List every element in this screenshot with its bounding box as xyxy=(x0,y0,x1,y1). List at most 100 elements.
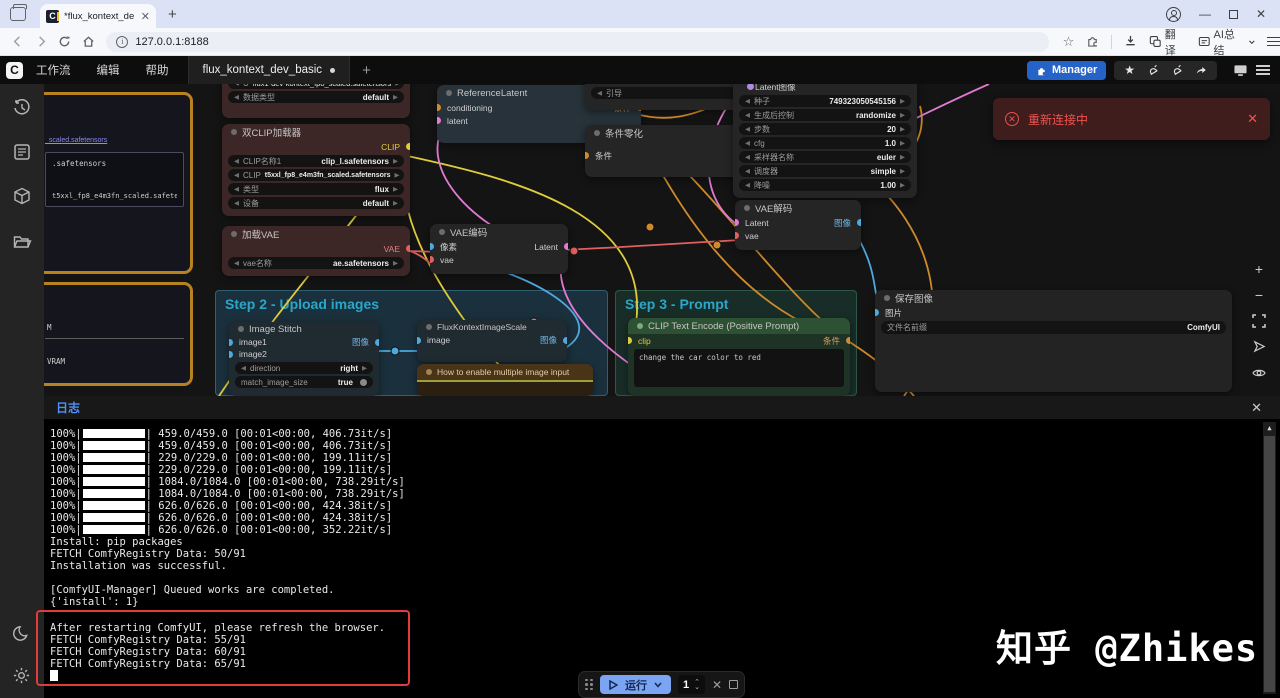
slot-vae-in[interactable]: vae xyxy=(430,253,568,266)
widget-unet-name[interactable]: ◀Uflux1-dev-kontext_fp8_scaled.safetenso… xyxy=(228,84,404,89)
downloads-icon[interactable] xyxy=(1124,34,1137,50)
node-clip-text-encode[interactable]: CLIP Text Encode (Positive Prompt) clip 条… xyxy=(628,318,850,396)
slot-vae-in[interactable]: vae xyxy=(735,229,861,242)
new-tab-button[interactable]: + xyxy=(168,6,177,23)
node-flux-kontext-image-scale[interactable]: FluxKontextImageScale image 图像 xyxy=(417,320,567,362)
extensions-icon[interactable] xyxy=(1086,34,1099,50)
history-icon[interactable] xyxy=(12,98,32,123)
visibility-eye-icon[interactable] xyxy=(1248,364,1270,381)
slot-image1-in[interactable]: image1 图像 xyxy=(229,336,379,348)
forward-icon[interactable] xyxy=(30,35,54,48)
tab-close-icon[interactable]: ✕ xyxy=(141,10,150,23)
window-minimize-button[interactable]: — xyxy=(1199,7,1211,21)
bookmark-star-icon[interactable]: ☆ xyxy=(1063,34,1075,50)
widget-control-after-generate[interactable]: ◀ 生成后控制 randomize ▶ xyxy=(739,109,911,121)
node-load-vae[interactable]: 加载VAE VAE ◀ vae名称 ae.safetensors ▶ xyxy=(222,226,410,276)
profile-icon[interactable] xyxy=(1165,6,1181,22)
widget-sampler-name[interactable]: ◀ 采样器名称 euler ▶ xyxy=(739,151,911,163)
menu-edit[interactable]: 编辑 xyxy=(84,62,133,78)
site-info-icon[interactable]: i xyxy=(116,35,129,48)
node-vram-selected[interactable]: M VRAM xyxy=(44,282,193,386)
widget-direction[interactable]: ◀ direction right ▶ xyxy=(235,362,373,374)
widget-dtype[interactable]: ◀ 数据类型 default ▶ xyxy=(228,91,404,103)
node-vae-encode[interactable]: VAE编码 像素 Latent vae xyxy=(430,224,568,274)
manager-button[interactable]: Manager xyxy=(1026,60,1107,80)
comfy-menu-icon[interactable] xyxy=(1256,65,1270,75)
monitor-icon[interactable] xyxy=(1233,64,1248,77)
clear-queue-icon[interactable]: ✕ xyxy=(712,678,722,692)
widget-vae-name[interactable]: ◀ vae名称 ae.safetensors ▶ xyxy=(228,257,404,269)
toast-close-icon[interactable]: ✕ xyxy=(1247,111,1258,127)
log-scrollbar[interactable]: ▲ xyxy=(1263,422,1276,694)
browser-menu-icon[interactable] xyxy=(1267,36,1280,47)
menu-help[interactable]: 帮助 xyxy=(133,62,182,78)
slot-latent-in[interactable]: Latent 图像 xyxy=(735,216,861,229)
widget-filename-prefix[interactable]: 文件名前缀 ComfyUI xyxy=(881,321,1226,334)
log-terminal[interactable]: 100%| | 459.0/459.0 [00:01<00:00, 406.73i… xyxy=(36,420,1280,698)
menu-workflow[interactable]: 工作流 xyxy=(23,62,84,78)
translate-button[interactable]: 翻译 xyxy=(1149,26,1186,58)
slot-latent-image-out[interactable]: Latent图像 xyxy=(733,84,917,93)
node-dual-clip-loader[interactable]: 双CLIP加载器 CLIP ◀ CLIP名称1 clip_l.safetensors… xyxy=(222,124,410,216)
settings-gear-icon[interactable] xyxy=(12,666,31,690)
tab-search-icon[interactable] xyxy=(10,4,27,21)
node-save-image[interactable]: 保存图像 图片 文件名前缀 ComfyUI xyxy=(875,290,1232,392)
node-vae-decode[interactable]: VAE解码 Latent 图像 vae xyxy=(735,200,861,250)
scroll-up-icon[interactable]: ▲ xyxy=(1263,422,1276,435)
home-icon[interactable] xyxy=(77,35,101,48)
slot-vae-out[interactable]: VAE xyxy=(222,242,410,255)
log-close-icon[interactable]: ✕ xyxy=(1251,400,1268,416)
window-maximize-button[interactable] xyxy=(1228,9,1238,19)
widget-seed[interactable]: ◀ 种子 749323050545156 ▶ xyxy=(739,95,911,107)
workflow-tab[interactable]: flux_kontext_dev_basic xyxy=(187,56,351,84)
comfy-logo[interactable]: C xyxy=(6,61,23,79)
log-list-icon[interactable] xyxy=(12,142,32,167)
zoom-in-icon[interactable]: + xyxy=(1248,260,1270,277)
widget-match-image-size[interactable]: match_image_size true xyxy=(235,376,373,388)
node-howto-note[interactable]: How to enable multiple image input xyxy=(417,364,593,396)
address-bar[interactable]: i 127.0.0.1:8188 xyxy=(106,31,1049,52)
node-canvas[interactable]: Step 2 - Upload images Step 3 - Prompt _… xyxy=(44,84,1280,396)
slot-image-in[interactable]: 图片 xyxy=(875,306,1232,319)
drag-handle-icon[interactable] xyxy=(585,678,593,691)
node-image-stitch[interactable]: Image Stitch image1 图像 image2 ◀ direction r… xyxy=(229,322,379,396)
batch-count-stepper[interactable]: 1 ⌃ ⌄ xyxy=(678,675,705,694)
model-link[interactable]: _scaled.safetensors xyxy=(44,133,190,148)
node-unet-loader[interactable]: ◀Uflux1-dev-kontext_fp8_scaled.safetenso… xyxy=(222,84,410,118)
widget-scheduler[interactable]: ◀ 调度器 simple ▶ xyxy=(739,165,911,177)
node-ksampler[interactable]: Latent图像 ◀ 种子 749323050545156 ▶ ◀ 生成后控制 rando… xyxy=(733,84,917,198)
bell-icon-2[interactable] xyxy=(1171,64,1183,76)
node-loader-selected[interactable]: _scaled.safetensors .safetensors t5xxl_f… xyxy=(44,92,193,274)
ai-summary-button[interactable]: AI总结 xyxy=(1198,26,1255,58)
widget-clip-device[interactable]: ◀ 设备 default ▶ xyxy=(228,197,404,209)
star-icon[interactable]: ★ xyxy=(1124,63,1135,77)
scrollbar-thumb[interactable] xyxy=(1264,436,1275,692)
prompt-textarea[interactable]: change the car color to red xyxy=(634,349,844,387)
back-icon[interactable] xyxy=(6,35,30,48)
browser-tab[interactable]: C *flux_kontext_de ✕ xyxy=(40,4,156,28)
slot-image-in[interactable]: image 图像 xyxy=(417,334,567,346)
model-cube-icon[interactable] xyxy=(12,186,32,211)
slot-image2-in[interactable]: image2 xyxy=(229,348,379,360)
theme-moon-icon[interactable] xyxy=(12,624,31,648)
stepper-arrows-icon[interactable]: ⌃ ⌄ xyxy=(694,679,700,691)
widget-steps[interactable]: ◀ 步数 20 ▶ xyxy=(739,123,911,135)
widget-clip-name2[interactable]: ◀ CLIP t5xxl_fp8_e4m3fn_scaled.safetensors… xyxy=(228,169,404,181)
share-arrow-icon[interactable] xyxy=(1195,64,1207,76)
run-button[interactable]: 运行 xyxy=(600,675,671,694)
window-close-button[interactable]: ✕ xyxy=(1256,7,1266,21)
widget-clip-type[interactable]: ◀ 类型 flux ▶ xyxy=(228,183,404,195)
slot-pixels-in[interactable]: 像素 Latent xyxy=(430,240,568,253)
toggle-icon[interactable] xyxy=(360,378,367,386)
select-cursor-icon[interactable] xyxy=(1248,338,1270,355)
slot-clip-out[interactable]: CLIP xyxy=(222,140,410,153)
reload-icon[interactable] xyxy=(53,35,77,48)
widget-cfg[interactable]: ◀ cfg 1.0 ▶ xyxy=(739,137,911,149)
stop-icon[interactable] xyxy=(729,680,739,689)
new-workflow-button[interactable]: + xyxy=(350,62,383,79)
folder-icon[interactable] xyxy=(12,232,32,257)
widget-denoise[interactable]: ◀ 降噪 1.00 ▶ xyxy=(739,179,911,191)
fit-view-icon[interactable] xyxy=(1248,312,1270,329)
bell-icon-1[interactable] xyxy=(1147,64,1159,76)
widget-clip-name1[interactable]: ◀ CLIP名称1 clip_l.safetensors ▶ xyxy=(228,155,404,167)
